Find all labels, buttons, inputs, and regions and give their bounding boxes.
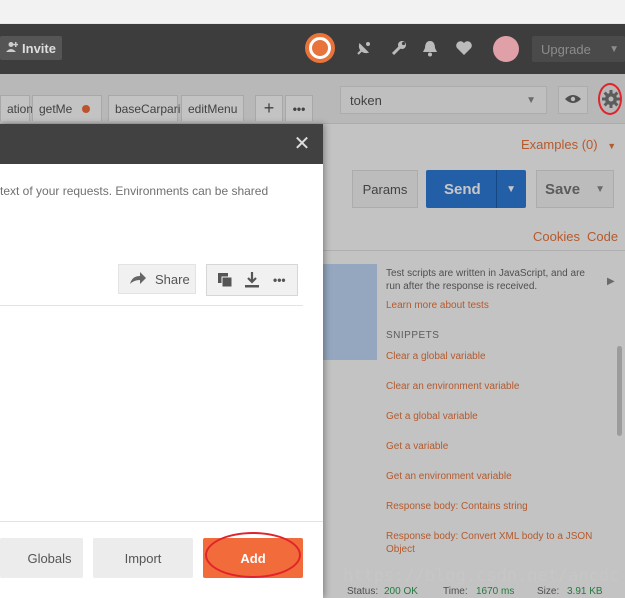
bell-icon[interactable]: [418, 36, 442, 60]
share-button[interactable]: Share: [118, 264, 196, 294]
upgrade-button[interactable]: Upgrade ▼: [532, 36, 625, 62]
watermark: https://blog.csdn.net/ancdc: [343, 566, 620, 586]
highlight-ring: [205, 532, 301, 578]
environment-actions: •••: [206, 264, 298, 296]
more-icon[interactable]: •••: [269, 270, 289, 290]
chevron-down-icon: ▼: [609, 43, 619, 55]
divider: [0, 305, 303, 306]
duplicate-icon[interactable]: [215, 270, 235, 290]
heart-icon[interactable]: [452, 36, 476, 60]
wrench-icon[interactable]: [387, 36, 411, 60]
share-label: Share: [155, 271, 190, 287]
import-button[interactable]: Import: [93, 538, 193, 578]
download-icon[interactable]: [242, 270, 262, 290]
globals-button[interactable]: Globals: [0, 538, 83, 578]
window-top-strip: [0, 0, 625, 24]
modal-header: ✕: [0, 124, 323, 164]
upgrade-label: Upgrade: [541, 41, 591, 57]
share-icon: [129, 271, 147, 288]
sync-icon[interactable]: [305, 33, 335, 63]
invite-button[interactable]: Invite: [0, 36, 62, 60]
close-icon[interactable]: ✕: [292, 134, 312, 154]
divider: [0, 521, 323, 522]
app-header: Invite Upgrade ▼: [0, 24, 625, 74]
invite-label: Invite: [22, 40, 56, 56]
highlight-ring: [598, 83, 622, 115]
satellite-icon[interactable]: [352, 36, 376, 60]
add-user-icon: [6, 41, 19, 56]
modal-description: text of your requests. Environments can …: [0, 184, 269, 198]
user-avatar[interactable]: [493, 36, 519, 62]
manage-environments-modal: ✕ text of your requests. Environments ca…: [0, 124, 323, 598]
